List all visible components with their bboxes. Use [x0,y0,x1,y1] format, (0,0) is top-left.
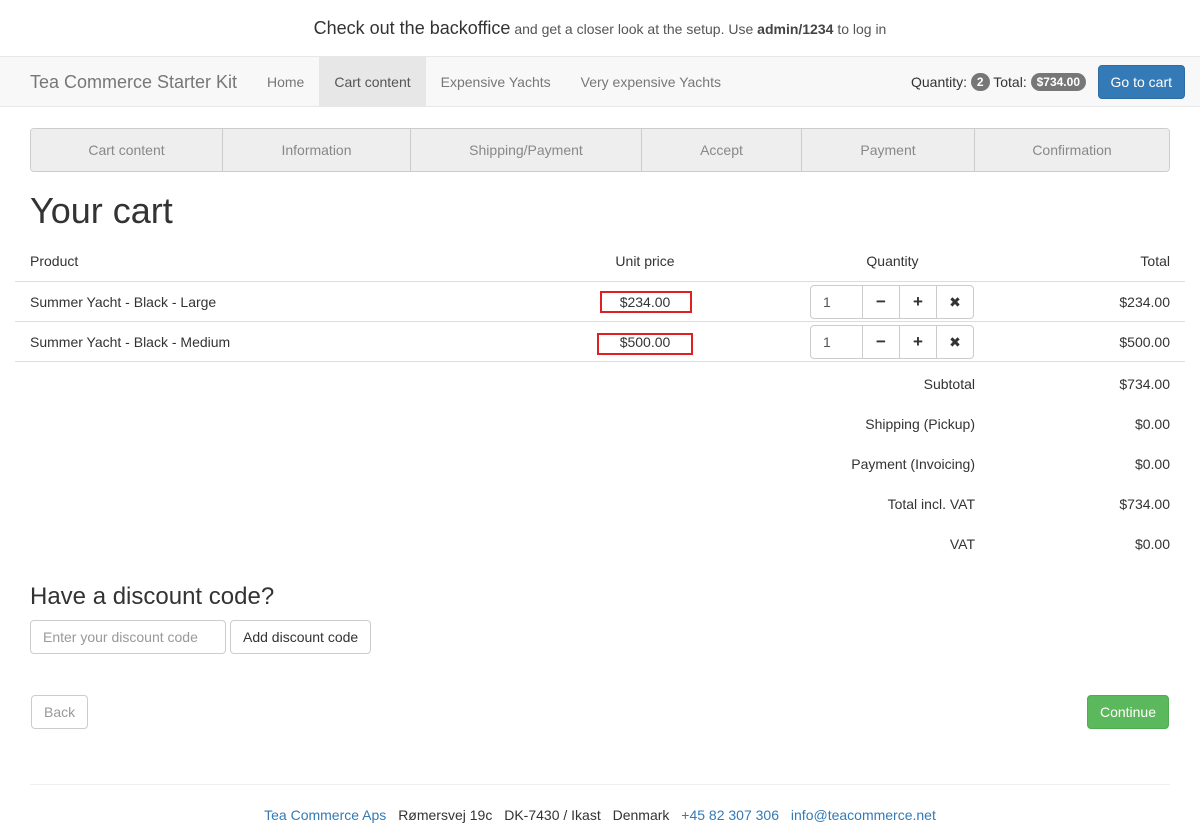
footer-divider [30,784,1170,785]
summary-row: Total incl. VAT $734.00 [15,484,1185,524]
footer-country: Denmark [612,807,670,823]
table-row: Summer Yacht - Black - Large $234.00 1 −… [15,282,1185,322]
plus-icon[interactable]: + [900,285,937,319]
subtotal-label: Subtotal [923,376,975,392]
shipping-value: $0.00 [1134,416,1170,432]
line-total: $500.00 [1119,334,1170,350]
backoffice-banner: Check out the backoffice and get a close… [0,0,1200,56]
header-unit-price: Unit price [615,253,675,269]
header-product: Product [30,253,79,269]
nav-home[interactable]: Home [252,57,319,107]
banner-credentials: admin/1234 [757,21,834,37]
company-link[interactable]: Tea Commerce Aps [264,807,386,823]
footer-city: DK-7430 / Ikast [504,807,601,823]
total-incl-vat-value: $734.00 [1119,496,1170,512]
quantity-badge: 2 [970,73,990,92]
go-to-cart-button[interactable]: Go to cart [1097,65,1185,99]
quantity-input[interactable]: 1 [810,325,863,359]
main-navbar: Tea Commerce Starter Kit Home Cart conte… [0,56,1200,107]
vat-label: VAT [949,536,975,552]
summary-row: Subtotal $734.00 [15,364,1185,404]
step-cart-content[interactable]: Cart content [31,129,223,171]
back-button[interactable]: Back [31,695,89,729]
vat-value: $0.00 [1134,536,1170,552]
total-label: Total: [993,74,1027,90]
header-quantity: Quantity [866,253,919,269]
footer-street: Rømersvej 19c [398,807,493,823]
step-shipping-payment[interactable]: Shipping/Payment [411,129,642,171]
footer: Tea Commerce Aps Rømersvej 19c DK-7430 /… [0,800,1200,830]
unit-price: $234.00 [619,294,671,310]
shipping-label: Shipping (Pickup) [865,416,975,432]
discount-code-input[interactable]: Enter your discount code [30,620,226,654]
nav-very-expensive-yachts[interactable]: Very expensive Yachts [566,57,736,107]
banner-lead: Check out the backoffice [313,18,511,38]
table-row: Summer Yacht - Black - Medium $500.00 1 … [15,322,1185,362]
mini-cart-info: Quantity: 2 Total: $734.00 [911,57,1086,107]
quantity-label: Quantity: [911,74,968,90]
nav-expensive-yachts[interactable]: Expensive Yachts [426,57,566,107]
banner-text: and get a closer look at the setup. Use [514,21,754,37]
minus-icon[interactable]: − [863,325,900,359]
remove-icon[interactable]: ✖ [937,325,974,359]
unit-price: $500.00 [619,334,671,350]
total-badge: $734.00 [1030,73,1086,92]
nav-cart-content[interactable]: Cart content [319,57,426,107]
page-title: Your cart [30,190,173,231]
banner-text-end: to log in [837,21,887,37]
nav-links: Home Cart content Expensive Yachts Very … [252,57,736,107]
discount-title: Have a discount code? [30,583,275,610]
plus-icon[interactable]: + [900,325,937,359]
subtotal-value: $734.00 [1119,376,1170,392]
summary-row: Payment (Invoicing) $0.00 [15,444,1185,484]
checkout-steps: Cart content Information Shipping/Paymen… [30,128,1170,172]
brand-link[interactable]: Tea Commerce Starter Kit [30,57,237,107]
cart-table: Product Unit price Quantity Total Summer… [15,241,1185,362]
continue-button[interactable]: Continue [1086,695,1169,729]
quantity-stepper: 1 − + ✖ [810,325,974,359]
table-header: Product Unit price Quantity Total [15,241,1185,282]
step-accept[interactable]: Accept [642,129,802,171]
remove-icon[interactable]: ✖ [937,285,974,319]
product-name: Summer Yacht - Black - Medium [30,334,231,350]
line-total: $234.00 [1119,294,1170,310]
email-link[interactable]: info@teacommerce.net [791,807,936,823]
order-summary: Subtotal $734.00 Shipping (Pickup) $0.00… [15,364,1185,564]
payment-value: $0.00 [1134,456,1170,472]
total-incl-vat-label: Total incl. VAT [887,496,975,512]
payment-label: Payment (Invoicing) [851,456,975,472]
quantity-input[interactable]: 1 [810,285,863,319]
step-confirmation[interactable]: Confirmation [975,129,1169,171]
summary-row: VAT $0.00 [15,524,1185,564]
minus-icon[interactable]: − [863,285,900,319]
product-name: Summer Yacht - Black - Large [30,294,217,310]
summary-row: Shipping (Pickup) $0.00 [15,404,1185,444]
phone-link[interactable]: +45 82 307 306 [681,807,779,823]
header-total: Total [1140,253,1170,269]
quantity-stepper: 1 − + ✖ [810,285,974,319]
step-information[interactable]: Information [223,129,411,171]
step-payment[interactable]: Payment [802,129,975,171]
add-discount-button[interactable]: Add discount code [230,620,372,654]
